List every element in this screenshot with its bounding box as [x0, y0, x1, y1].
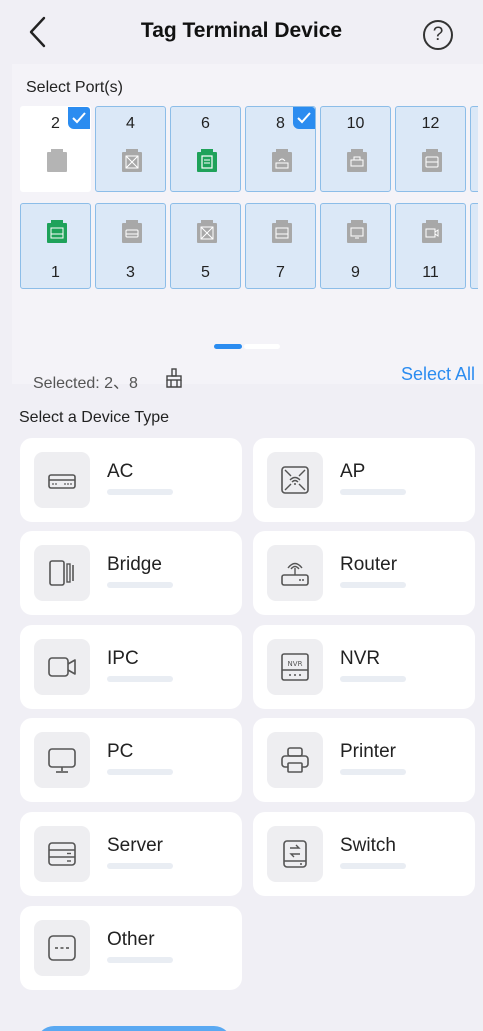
bottom-action-button[interactable] [36, 1026, 232, 1031]
port-number: 1 [51, 264, 60, 281]
page-dot-active [214, 344, 242, 349]
device-type-label: Switch [340, 835, 396, 856]
switch-icon [267, 826, 323, 882]
nvr-icon: NVR [267, 639, 323, 695]
selected-ports-text: Selected: 2、8 [33, 375, 138, 392]
device-type-ap[interactable]: AP [253, 438, 475, 522]
port-icon [47, 149, 67, 172]
port-number: 4 [126, 115, 135, 132]
router-icon [272, 149, 292, 172]
port-1[interactable]: 1 [20, 203, 91, 289]
page-dot[interactable] [244, 344, 280, 349]
port-number: 7 [276, 264, 285, 281]
port-2[interactable]: 2 [20, 106, 91, 192]
port-12[interactable]: 12 [395, 106, 466, 192]
port-9[interactable]: 9 [320, 203, 391, 289]
device-type-label: Server [107, 835, 163, 856]
printer-icon [347, 149, 367, 172]
device-type-server[interactable]: Server [20, 812, 242, 896]
bridge-icon [34, 545, 90, 601]
device-type-label: Printer [340, 741, 396, 762]
placeholder-bar [107, 769, 173, 775]
port-11[interactable]: 11 [395, 203, 466, 289]
header: Tag Terminal Device ? [0, 0, 483, 64]
ports-row-top: 2 4 6 8 10 12 [20, 106, 478, 192]
placeholder-bar [107, 957, 173, 963]
ipc-icon [34, 639, 90, 695]
device-type-ac[interactable]: AC [20, 438, 242, 522]
device-type-label: IPC [107, 648, 139, 669]
server-icon [34, 826, 90, 882]
port-5[interactable]: 5 [170, 203, 241, 289]
svg-text:NVR: NVR [288, 660, 303, 668]
port-number: 12 [421, 115, 440, 132]
pc-icon [34, 732, 90, 788]
device-type-label: AC [107, 461, 134, 482]
nvr-icon [272, 220, 292, 243]
page-indicator [214, 344, 280, 350]
port-number: 5 [201, 264, 210, 281]
clear-broom-icon[interactable] [165, 368, 183, 388]
placeholder-bar [107, 863, 173, 869]
placeholder-bar [107, 582, 173, 588]
port-8[interactable]: 8 [245, 106, 316, 192]
port-10[interactable]: 10 [320, 106, 391, 192]
device-type-bridge[interactable]: Bridge [20, 531, 242, 615]
port-partial [470, 203, 478, 289]
device-type-pc[interactable]: PC [20, 718, 242, 802]
ports-row-bottom: 1 3 5 7 9 11 [20, 203, 478, 289]
device-type-label: Router [340, 554, 398, 575]
port-number: 9 [351, 264, 360, 281]
ports-panel: Select Port(s) 2 4 6 8 10 12 1 3 5 7 9 1… [12, 64, 483, 384]
device-type-other[interactable]: Other [20, 906, 242, 990]
port-partial [470, 106, 478, 192]
device-type-router[interactable]: Router [253, 531, 475, 615]
check-icon [293, 107, 315, 129]
other-icon [34, 920, 90, 976]
placeholder-bar [340, 676, 406, 682]
placeholder-bar [107, 676, 173, 682]
device-type-switch[interactable]: Switch [253, 812, 475, 896]
ac-icon [122, 220, 142, 243]
placeholder-bar [340, 863, 406, 869]
device-type-label: Bridge [107, 554, 162, 575]
nvr-icon [47, 220, 67, 243]
router-icon [267, 545, 323, 601]
device-type-label: NVR [340, 648, 381, 669]
port-number: 3 [126, 264, 135, 281]
port-3[interactable]: 3 [95, 203, 166, 289]
help-icon[interactable]: ? [423, 20, 453, 50]
port-4[interactable]: 4 [95, 106, 166, 192]
device-type-nvr[interactable]: NVR NVR [253, 625, 475, 709]
port-7[interactable]: 7 [245, 203, 316, 289]
port-number: 6 [201, 115, 210, 132]
select-device-type-label: Select a Device Type [19, 409, 170, 426]
pc-icon [347, 220, 367, 243]
page-title: Tag Terminal Device [140, 19, 343, 42]
ac-icon [34, 452, 90, 508]
ap-icon [267, 452, 323, 508]
select-all-button[interactable]: Select All [401, 364, 475, 385]
ap-icon [197, 220, 217, 243]
device-type-label: PC [107, 741, 134, 762]
device-type-label: Other [107, 929, 155, 950]
placeholder-bar [340, 582, 406, 588]
server-icon [422, 149, 442, 172]
ap-icon [122, 149, 142, 172]
device-type-ipc[interactable]: IPC [20, 625, 242, 709]
port-number: 11 [422, 264, 439, 281]
placeholder-bar [340, 769, 406, 775]
port-6[interactable]: 6 [170, 106, 241, 192]
placeholder-bar [340, 489, 406, 495]
device-type-label: AP [340, 461, 366, 482]
select-ports-label: Select Port(s) [26, 79, 123, 96]
device-type-printer[interactable]: Printer [253, 718, 475, 802]
placeholder-bar [107, 489, 173, 495]
check-icon [68, 107, 90, 129]
printer-icon [267, 732, 323, 788]
port-number: 10 [346, 115, 365, 132]
switch-icon [197, 149, 217, 172]
ipc-icon [422, 220, 442, 243]
